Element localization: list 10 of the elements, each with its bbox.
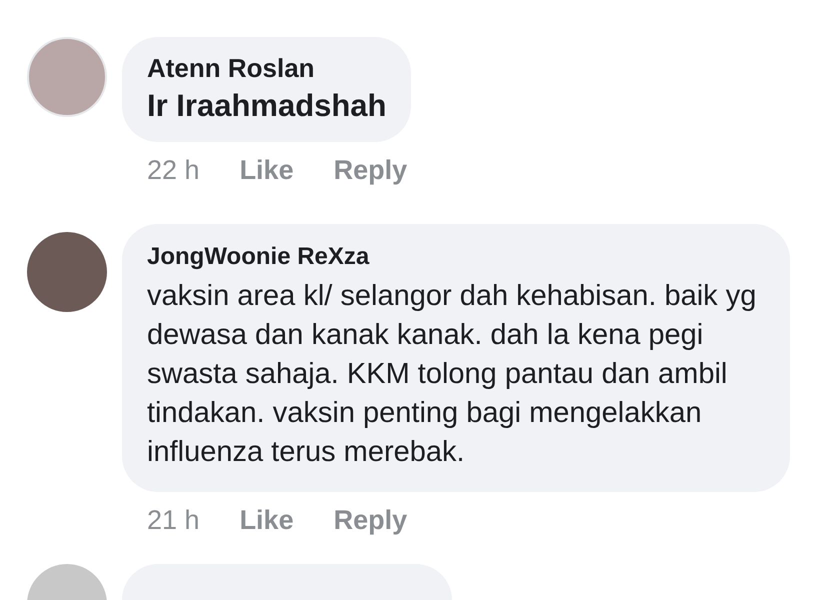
tagged-name: Ir Iraahmadshah bbox=[147, 87, 386, 125]
like-button[interactable]: Like bbox=[240, 500, 294, 540]
like-button[interactable]: Like bbox=[240, 150, 294, 190]
comment-time: 21 h bbox=[147, 504, 200, 536]
comment-time: 22 h bbox=[147, 154, 200, 187]
reply-button[interactable]: Reply bbox=[334, 500, 408, 540]
reply-button[interactable]: Reply bbox=[334, 150, 408, 190]
comment-text: vaksin area kl/ selangor dah kehabisan. baik yg dewasa dan kanak kanak. dah la kena pegi swasta sahaja. KKM tolong pantau dan ambil tindakan. vaksin penting bagi mengelakkan influenza terus merebak. bbox=[147, 278, 758, 470]
author-name[interactable]: Atenn Roslan bbox=[147, 52, 386, 84]
author-name[interactable]: JongWoonie ReXza bbox=[147, 240, 765, 272]
